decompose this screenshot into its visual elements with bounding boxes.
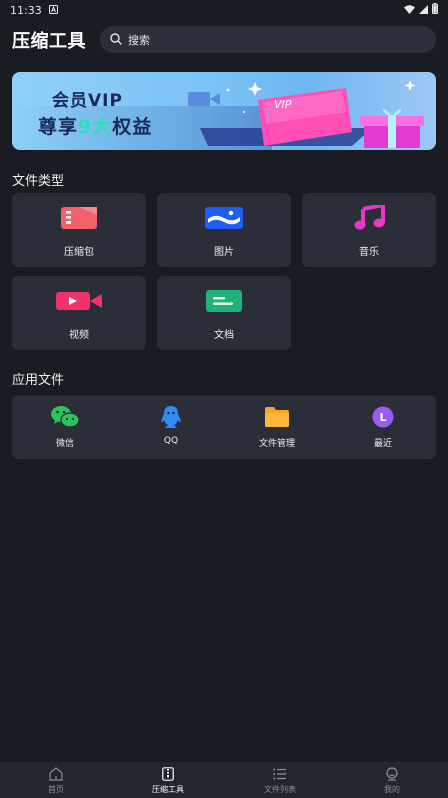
banner-art: VIP (188, 80, 424, 148)
app-item-wechat[interactable]: 微信 (12, 395, 118, 459)
recent-icon: L (330, 405, 436, 429)
page-title: 压缩工具 (12, 31, 86, 52)
app-item-recent[interactable]: L 最近 (330, 395, 436, 459)
nav-profile[interactable]: 我的 (336, 762, 448, 798)
nav-zip-tool[interactable]: 压缩工具 (112, 762, 224, 798)
nav-label: 压缩工具 (152, 785, 184, 794)
bottom-nav: 首页 压缩工具 文件列表 我的 (0, 762, 448, 798)
tile-video[interactable]: 视频 (12, 276, 146, 350)
banner-vip-card-text: VIP (274, 98, 292, 111)
wifi-icon (404, 4, 415, 17)
notification-a-icon (48, 4, 58, 17)
tile-label: 视频 (69, 330, 89, 341)
search-icon (110, 30, 122, 49)
status-left: 11:33 (10, 4, 58, 17)
banner-gift-icon (360, 108, 424, 148)
nav-home[interactable]: 首页 (0, 762, 112, 798)
app-label: 文件管理 (258, 439, 295, 449)
nav-file-list[interactable]: 文件列表 (224, 762, 336, 798)
nav-label: 文件列表 (264, 785, 296, 794)
tile-label: 音乐 (359, 247, 379, 258)
status-bar: 11:33 (0, 0, 448, 20)
tile-label: 压缩包 (64, 247, 94, 258)
music-icon (302, 205, 436, 231)
file-types-title: 文件类型 (12, 174, 65, 189)
zip-tool-icon (112, 766, 224, 782)
app-item-qq[interactable]: QQ (118, 395, 224, 459)
vip-banner[interactable]: 会员VIP 尊享9大权益 VIP (12, 72, 436, 150)
header: 压缩工具 搜索 (0, 24, 448, 56)
search-placeholder: 搜索 (128, 33, 150, 47)
app-label: QQ (163, 436, 179, 446)
tile-document[interactable]: 文档 (157, 276, 291, 350)
status-right (404, 3, 438, 17)
status-time: 11:33 (10, 3, 42, 17)
document-icon (157, 288, 291, 314)
tile-label: 文档 (214, 330, 234, 341)
folder-icon (224, 405, 330, 429)
battery-icon (432, 3, 438, 17)
app-label: 最近 (373, 439, 392, 449)
app-label: 微信 (55, 439, 74, 449)
banner-camera-icon (188, 92, 220, 106)
app-files-panel: 微信 QQ 文件管理 L 最近 (12, 395, 436, 459)
tile-image[interactable]: 图片 (157, 193, 291, 267)
nav-label: 首页 (48, 785, 64, 794)
tile-zip[interactable]: 压缩包 (12, 193, 146, 267)
tile-music[interactable]: 音乐 (302, 193, 436, 267)
image-icon (157, 205, 291, 231)
app-item-file-manager[interactable]: 文件管理 (224, 395, 330, 459)
recent-icon-glyph: L (379, 411, 386, 424)
tile-label: 图片 (214, 247, 234, 258)
wechat-icon (12, 405, 118, 429)
video-icon (12, 288, 146, 314)
signal-icon (419, 4, 428, 17)
list-icon (224, 766, 336, 782)
profile-icon (336, 766, 448, 782)
qq-icon (118, 405, 224, 429)
search-input[interactable]: 搜索 (100, 26, 436, 53)
sparkle-icon (404, 80, 416, 91)
app-files-title: 应用文件 (12, 373, 65, 388)
zip-icon (12, 205, 146, 231)
nav-label: 我的 (384, 785, 400, 794)
home-icon (0, 766, 112, 782)
sparkle-icon (248, 82, 262, 96)
